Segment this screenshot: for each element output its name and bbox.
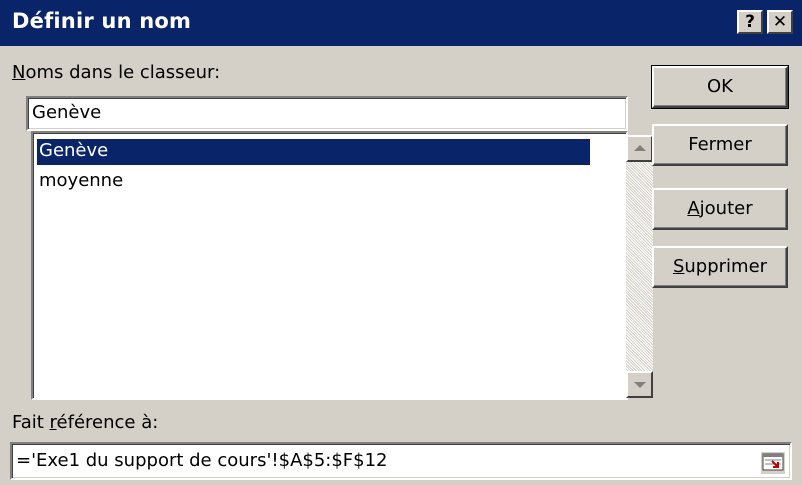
collapse-dialog-button[interactable] (760, 451, 786, 475)
close-window-button[interactable]: ✕ (767, 10, 793, 34)
ok-button[interactable]: OK (651, 65, 789, 109)
define-name-dialog: Définir un nom ? ✕ Noms dans le classeur… (0, 0, 802, 485)
names-list[interactable]: Genève moyenne (31, 131, 653, 400)
name-input-value: Genève (32, 102, 102, 123)
add-button[interactable]: Ajouter (652, 188, 788, 230)
refers-to-input[interactable]: ='Exe1 du support de cours'!$A$5:$F$12 (10, 442, 792, 480)
delete-button[interactable]: Supprimer (652, 246, 788, 288)
arrow-down-icon (634, 382, 646, 388)
list-item[interactable]: Genève (36, 138, 591, 166)
help-button[interactable]: ? (737, 10, 763, 34)
close-icon: ✕ (772, 12, 788, 32)
dialog-title: Définir un nom (12, 9, 192, 33)
refers-to-label: Fait référence à: (12, 412, 159, 433)
refers-to-input-value: ='Exe1 du support de cours'!$A$5:$F$12 (16, 450, 388, 471)
scroll-up-button[interactable] (626, 135, 653, 162)
names-label: Noms dans le classeur: (12, 62, 221, 83)
arrow-up-icon (634, 145, 646, 151)
scroll-down-button[interactable] (626, 371, 653, 398)
name-input[interactable]: Genève (26, 96, 628, 131)
list-scrollbar[interactable] (626, 135, 653, 398)
help-icon: ? (745, 12, 755, 32)
range-select-icon (761, 452, 785, 474)
close-button[interactable]: Fermer (652, 124, 788, 166)
title-bar[interactable]: Définir un nom ? ✕ (0, 0, 802, 46)
list-item[interactable]: moyenne (37, 169, 123, 195)
